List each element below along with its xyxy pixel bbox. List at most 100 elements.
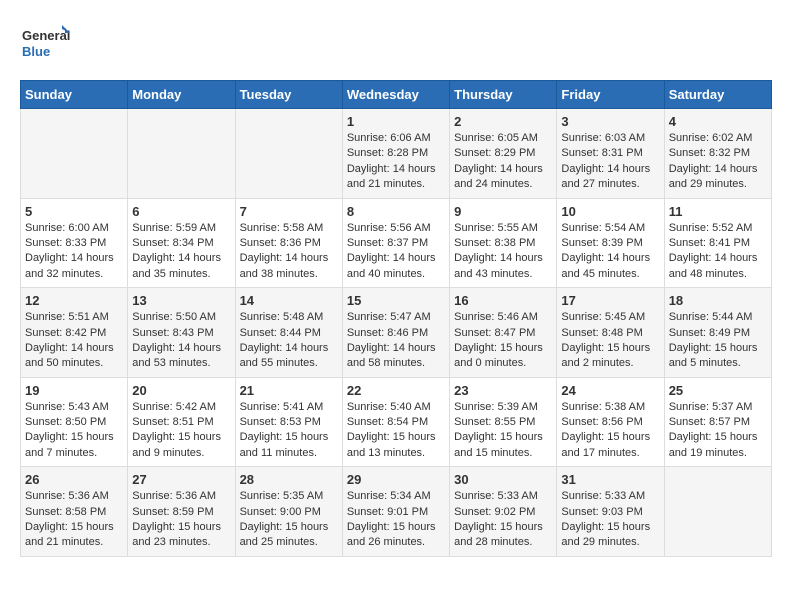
day-info: Sunrise: 5:35 AM Sunset: 9:00 PM Dayligh… [240, 489, 338, 551]
calendar-cell: 16 Sunrise: 5:46 AM Sunset: 8:47 PM Dayli… [450, 288, 557, 378]
day-number: 22 [347, 383, 445, 398]
calendar-cell: 21 Sunrise: 5:41 AM Sunset: 8:53 PM Dayli… [235, 377, 342, 467]
day-number: 8 [347, 204, 445, 219]
day-info: Sunrise: 5:59 AM Sunset: 8:34 PM Dayligh… [132, 221, 230, 283]
calendar-cell: 14 Sunrise: 5:48 AM Sunset: 8:44 PM Dayli… [235, 288, 342, 378]
calendar-cell: 28 Sunrise: 5:35 AM Sunset: 9:00 PM Dayli… [235, 467, 342, 557]
day-info: Sunrise: 5:42 AM Sunset: 8:51 PM Dayligh… [132, 400, 230, 462]
day-info: Sunrise: 5:47 AM Sunset: 8:46 PM Dayligh… [347, 310, 445, 372]
day-info: Sunrise: 5:33 AM Sunset: 9:02 PM Dayligh… [454, 489, 552, 551]
day-number: 17 [561, 293, 659, 308]
day-header-monday: Monday [128, 81, 235, 109]
day-number: 27 [132, 472, 230, 487]
calendar-cell: 5 Sunrise: 6:00 AM Sunset: 8:33 PM Daylig… [21, 198, 128, 288]
day-info: Sunrise: 5:58 AM Sunset: 8:36 PM Dayligh… [240, 221, 338, 283]
day-info: Sunrise: 5:43 AM Sunset: 8:50 PM Dayligh… [25, 400, 123, 462]
day-info: Sunrise: 5:56 AM Sunset: 8:37 PM Dayligh… [347, 221, 445, 283]
day-number: 21 [240, 383, 338, 398]
day-info: Sunrise: 5:40 AM Sunset: 8:54 PM Dayligh… [347, 400, 445, 462]
calendar-cell [21, 109, 128, 199]
day-info: Sunrise: 6:02 AM Sunset: 8:32 PM Dayligh… [669, 131, 767, 193]
day-number: 7 [240, 204, 338, 219]
svg-text:Blue: Blue [22, 44, 50, 59]
svg-text:General: General [22, 28, 70, 43]
day-info: Sunrise: 6:03 AM Sunset: 8:31 PM Dayligh… [561, 131, 659, 193]
day-header-friday: Friday [557, 81, 664, 109]
day-header-saturday: Saturday [664, 81, 771, 109]
day-header-thursday: Thursday [450, 81, 557, 109]
calendar-cell [128, 109, 235, 199]
logo-icon: General Blue [20, 20, 70, 70]
day-number: 6 [132, 204, 230, 219]
day-info: Sunrise: 5:51 AM Sunset: 8:42 PM Dayligh… [25, 310, 123, 372]
day-number: 26 [25, 472, 123, 487]
calendar-cell: 10 Sunrise: 5:54 AM Sunset: 8:39 PM Dayli… [557, 198, 664, 288]
day-number: 16 [454, 293, 552, 308]
day-info: Sunrise: 5:36 AM Sunset: 8:58 PM Dayligh… [25, 489, 123, 551]
calendar-cell: 25Sunrise: 5:37 AM Sunset: 8:57 PM Dayli… [664, 377, 771, 467]
day-info: Sunrise: 5:54 AM Sunset: 8:39 PM Dayligh… [561, 221, 659, 283]
calendar-cell: 27 Sunrise: 5:36 AM Sunset: 8:59 PM Dayli… [128, 467, 235, 557]
calendar-cell: 13Sunrise: 5:50 AM Sunset: 8:43 PM Dayli… [128, 288, 235, 378]
calendar-cell: 9 Sunrise: 5:55 AM Sunset: 8:38 PM Daylig… [450, 198, 557, 288]
day-number: 5 [25, 204, 123, 219]
day-info: Sunrise: 5:44 AM Sunset: 8:49 PM Dayligh… [669, 310, 767, 372]
calendar-header-row: SundayMondayTuesdayWednesdayThursdayFrid… [21, 81, 772, 109]
day-info: Sunrise: 5:46 AM Sunset: 8:47 PM Dayligh… [454, 310, 552, 372]
calendar-week-1: 1Sunrise: 6:06 AM Sunset: 8:28 PM Daylig… [21, 109, 772, 199]
calendar-cell: 4 Sunrise: 6:02 AM Sunset: 8:32 PM Daylig… [664, 109, 771, 199]
day-number: 23 [454, 383, 552, 398]
day-number: 24 [561, 383, 659, 398]
calendar-cell: 20 Sunrise: 5:42 AM Sunset: 8:51 PM Dayli… [128, 377, 235, 467]
day-info: Sunrise: 5:45 AM Sunset: 8:48 PM Dayligh… [561, 310, 659, 372]
day-header-tuesday: Tuesday [235, 81, 342, 109]
calendar-cell: 2 Sunrise: 6:05 AM Sunset: 8:29 PM Daylig… [450, 109, 557, 199]
calendar-week-5: 26 Sunrise: 5:36 AM Sunset: 8:58 PM Dayli… [21, 467, 772, 557]
day-info: Sunrise: 5:41 AM Sunset: 8:53 PM Dayligh… [240, 400, 338, 462]
day-number: 10 [561, 204, 659, 219]
day-number: 18 [669, 293, 767, 308]
day-info: Sunrise: 6:05 AM Sunset: 8:29 PM Dayligh… [454, 131, 552, 193]
calendar-cell: 24 Sunrise: 5:38 AM Sunset: 8:56 PM Dayli… [557, 377, 664, 467]
day-info: Sunrise: 5:48 AM Sunset: 8:44 PM Dayligh… [240, 310, 338, 372]
day-number: 2 [454, 114, 552, 129]
day-number: 29 [347, 472, 445, 487]
day-number: 3 [561, 114, 659, 129]
calendar-week-2: 5 Sunrise: 6:00 AM Sunset: 8:33 PM Daylig… [21, 198, 772, 288]
day-info: Sunrise: 5:55 AM Sunset: 8:38 PM Dayligh… [454, 221, 552, 283]
calendar-cell: 19 Sunrise: 5:43 AM Sunset: 8:50 PM Dayli… [21, 377, 128, 467]
day-info: Sunrise: 5:50 AM Sunset: 8:43 PM Dayligh… [132, 310, 230, 372]
calendar-cell: 30 Sunrise: 5:33 AM Sunset: 9:02 PM Dayli… [450, 467, 557, 557]
day-info: Sunrise: 5:38 AM Sunset: 8:56 PM Dayligh… [561, 400, 659, 462]
day-info: Sunrise: 5:33 AM Sunset: 9:03 PM Dayligh… [561, 489, 659, 551]
calendar-cell: 15 Sunrise: 5:47 AM Sunset: 8:46 PM Dayli… [342, 288, 449, 378]
day-number: 30 [454, 472, 552, 487]
day-number: 11 [669, 204, 767, 219]
day-number: 31 [561, 472, 659, 487]
day-number: 28 [240, 472, 338, 487]
day-number: 12 [25, 293, 123, 308]
day-info: Sunrise: 5:39 AM Sunset: 8:55 PM Dayligh… [454, 400, 552, 462]
calendar-week-3: 12 Sunrise: 5:51 AM Sunset: 8:42 PM Dayli… [21, 288, 772, 378]
calendar-cell: 11Sunrise: 5:52 AM Sunset: 8:41 PM Dayli… [664, 198, 771, 288]
calendar-table: SundayMondayTuesdayWednesdayThursdayFrid… [20, 80, 772, 557]
day-number: 4 [669, 114, 767, 129]
calendar-cell: 23 Sunrise: 5:39 AM Sunset: 8:55 PM Dayli… [450, 377, 557, 467]
page-header: General Blue [20, 20, 772, 70]
calendar-cell [664, 467, 771, 557]
calendar-cell: 6 Sunrise: 5:59 AM Sunset: 8:34 PM Daylig… [128, 198, 235, 288]
day-number: 25 [669, 383, 767, 398]
day-number: 9 [454, 204, 552, 219]
day-number: 14 [240, 293, 338, 308]
day-header-wednesday: Wednesday [342, 81, 449, 109]
day-number: 15 [347, 293, 445, 308]
calendar-week-4: 19 Sunrise: 5:43 AM Sunset: 8:50 PM Dayli… [21, 377, 772, 467]
day-number: 20 [132, 383, 230, 398]
day-header-sunday: Sunday [21, 81, 128, 109]
calendar-cell: 26 Sunrise: 5:36 AM Sunset: 8:58 PM Dayli… [21, 467, 128, 557]
day-number: 19 [25, 383, 123, 398]
day-info: Sunrise: 5:36 AM Sunset: 8:59 PM Dayligh… [132, 489, 230, 551]
day-info: Sunrise: 6:06 AM Sunset: 8:28 PM Dayligh… [347, 131, 445, 193]
day-info: Sunrise: 6:00 AM Sunset: 8:33 PM Dayligh… [25, 221, 123, 283]
logo: General Blue [20, 20, 70, 70]
